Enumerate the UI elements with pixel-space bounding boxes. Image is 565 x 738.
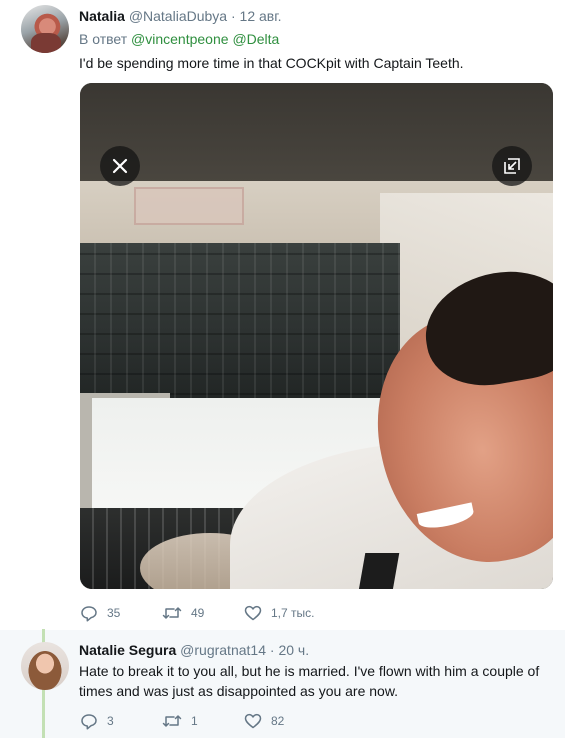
display-name[interactable]: Natalie Segura [79,642,176,658]
tweet-header: Natalie Segura @rugratnat14 · 20 ч. [79,641,309,659]
heart-icon [244,605,262,621]
retweet-icon [162,607,182,619]
retweet-count: 1 [191,714,198,728]
like-count: 1,7 тыс. [271,606,315,620]
tweet[interactable]: Natalia @NataliaDubya · 12 авг. В ответ … [0,0,565,630]
popout-icon [504,158,520,174]
like-button[interactable]: 1,7 тыс. [244,605,314,621]
video-frame-shade [80,83,553,183]
retweet-count: 49 [191,606,205,620]
like-count: 82 [271,714,285,728]
reply-count: 3 [107,714,114,728]
reply-icon [81,605,97,622]
timeline: Natalia @NataliaDubya · 12 авг. В ответ … [0,0,565,738]
reply-button[interactable]: 3 [80,713,162,730]
tweet-header: Natalia @NataliaDubya · 12 авг. [79,7,282,25]
avatar[interactable] [21,5,69,53]
tweet-actions: 35 49 1,7 тыс. [80,603,314,623]
timestamp[interactable]: 12 авг. [240,8,282,24]
retweet-button[interactable]: 1 [162,713,244,729]
mention-link[interactable]: @vincentpeone [131,31,229,47]
retweet-icon [162,715,182,727]
cockpit-placard [134,187,244,225]
reply-button[interactable]: 35 [80,605,162,622]
display-name[interactable]: Natalia [79,8,125,24]
tweet-actions: 3 1 82 [80,711,284,731]
reply-count: 35 [107,606,121,620]
timestamp[interactable]: 20 ч. [278,642,309,658]
mention-link[interactable]: @Delta [232,31,279,47]
reply-tweet[interactable]: Natalie Segura @rugratnat14 · 20 ч. Hate… [0,629,565,738]
heart-icon [244,713,262,729]
separator-dot: · [230,8,236,24]
user-handle[interactable]: @NataliaDubya [129,8,227,24]
video-player[interactable] [80,83,553,589]
overhead-panel [80,243,400,413]
separator-dot: · [269,642,275,658]
close-icon [112,158,128,174]
like-button[interactable]: 82 [244,713,284,729]
reply-prefix: В ответ [79,31,128,47]
tweet-text: I'd be spending more time in that COCKpi… [79,55,464,71]
tweet-text: Hate to break it to you all, but he is m… [79,663,540,699]
avatar[interactable] [21,642,69,690]
user-handle[interactable]: @rugratnat14 [180,642,266,658]
reply-icon [81,713,97,730]
reply-context: В ответ @vincentpeone @Delta [79,30,279,48]
close-video-button[interactable] [100,146,140,186]
popout-video-button[interactable] [492,146,532,186]
retweet-button[interactable]: 49 [162,605,244,621]
